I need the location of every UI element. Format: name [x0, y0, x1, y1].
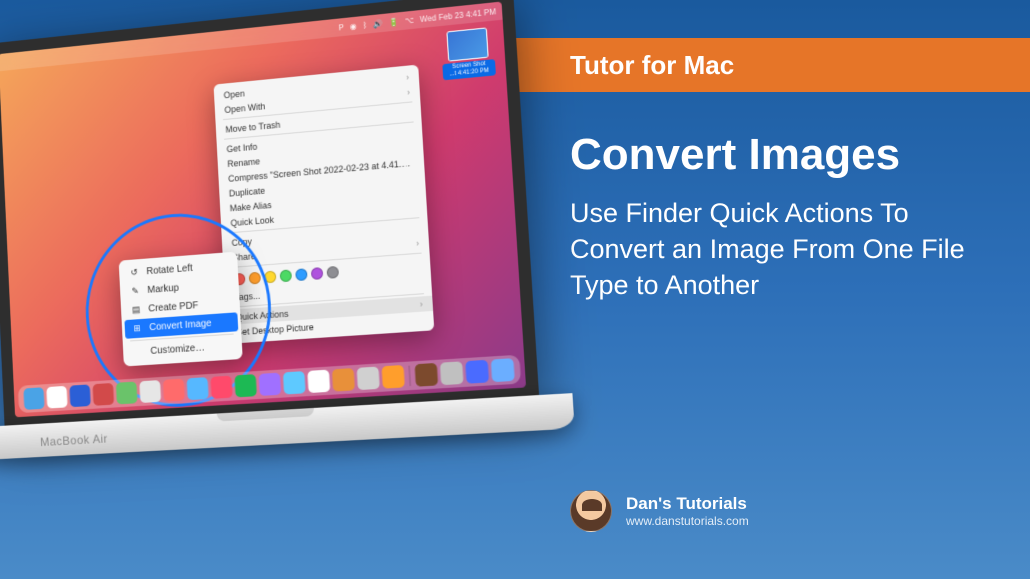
ctx-open[interactable]: Open ›: [214, 69, 420, 104]
laptop: P ◉ ᛒ 🔊 🔋 ⌥ Wed Feb 23 4:41 PM Screen Sh…: [0, 12, 560, 572]
headline-subtitle: Use Finder Quick Actions To Convert an I…: [570, 195, 990, 304]
ctx-item-label: Make Alias: [229, 200, 271, 213]
banner-title: Tutor for Mac: [570, 50, 734, 81]
chevron-right-icon: ›: [420, 299, 423, 308]
dock-app-icon[interactable]: [259, 373, 282, 396]
headline-title: Convert Images: [570, 130, 990, 181]
dock-app-icon[interactable]: [139, 380, 161, 403]
desktop[interactable]: P ◉ ᛒ 🔊 🔋 ⌥ Wed Feb 23 4:41 PM Screen Sh…: [0, 2, 526, 418]
dock-app-icon[interactable]: [234, 374, 256, 397]
dock-app-icon[interactable]: [491, 358, 515, 382]
wifi-icon[interactable]: ◉: [349, 21, 356, 31]
chevron-right-icon: ›: [406, 73, 409, 82]
ctx-item-label: Quick Actions: [235, 308, 288, 322]
qa-icon: [133, 352, 144, 353]
qa-icon: ▤: [130, 304, 142, 316]
tag-dot[interactable]: [280, 269, 292, 282]
laptop-brand: MacBook Air: [40, 432, 108, 449]
menubar-icon[interactable]: P: [338, 23, 344, 32]
dock-app-icon[interactable]: [116, 382, 138, 405]
dock-app-icon[interactable]: [382, 365, 405, 389]
file-name-line1: Screen Shot: [444, 60, 493, 72]
dock-app-icon[interactable]: [332, 368, 355, 392]
file-name-line2: ...t 4:41:20 PM: [445, 67, 494, 79]
ctx-item-label: Move to Trash: [225, 119, 280, 134]
menubar[interactable]: P ◉ ᛒ 🔊 🔋 ⌥ Wed Feb 23 4:41 PM: [0, 2, 503, 72]
screen-frame: P ◉ ᛒ 🔊 🔋 ⌥ Wed Feb 23 4:41 PM Screen Sh…: [0, 0, 540, 437]
chevron-right-icon: ›: [416, 239, 419, 248]
dock-app-icon[interactable]: [465, 360, 489, 384]
dock-app-icon[interactable]: [93, 383, 115, 406]
file-thumbnail: [446, 27, 488, 61]
volume-icon[interactable]: 🔊: [373, 18, 383, 28]
title-area: Convert Images Use Finder Quick Actions …: [570, 130, 990, 304]
file-label: Screen Shot ...t 4:41:20 PM: [442, 59, 496, 80]
dock-app-icon[interactable]: [283, 371, 306, 394]
dock-app-icon[interactable]: [187, 377, 209, 400]
dock-app-icon[interactable]: [69, 384, 90, 407]
ctx-item-label: Rename: [227, 156, 260, 169]
qa-label: Rotate Left: [146, 263, 193, 277]
author-name: Dan's Tutorials: [626, 494, 749, 514]
dock-app-icon[interactable]: [210, 376, 232, 399]
qa-label: Convert Image: [149, 318, 212, 333]
ctx-item-label: Get Info: [226, 141, 257, 154]
ctx-item-label: Duplicate: [229, 185, 266, 198]
author-url: www.danstutorials.com: [626, 514, 749, 528]
qa-label: Markup: [147, 283, 179, 296]
tag-dot[interactable]: [264, 271, 276, 284]
dock-app-icon[interactable]: [46, 386, 67, 409]
dock-app-icon[interactable]: [23, 387, 44, 410]
tag-dot[interactable]: [311, 267, 323, 280]
qa-icon: ⊞: [131, 323, 143, 335]
quick-actions-submenu: ↺ Rotate Left ✎ Markup ▤ Create PDF ⊞ Convert I…: [119, 252, 243, 367]
context-menu: Open › Open With › Move to Trash Get Inf…: [214, 65, 435, 344]
chevron-right-icon: ›: [407, 88, 410, 97]
tag-dot[interactable]: [249, 272, 261, 285]
battery-icon[interactable]: 🔋: [389, 17, 399, 27]
dock-app-icon[interactable]: [163, 379, 185, 402]
ctx-item-label: Set Desktop Picture: [236, 322, 314, 337]
dock-app-icon[interactable]: [357, 367, 380, 391]
qa-label: Customize…: [150, 342, 205, 356]
qa-label: Create PDF: [148, 300, 199, 314]
tag-dot[interactable]: [327, 266, 339, 279]
ctx-item-label: Copy: [231, 236, 252, 247]
bluetooth-icon[interactable]: ᛒ: [362, 20, 367, 29]
control-center-icon[interactable]: ⌥: [405, 15, 415, 25]
ctx-item-label: Quick Look: [230, 214, 274, 227]
dock-app-icon[interactable]: [415, 363, 439, 387]
dock-app-icon[interactable]: [307, 370, 330, 393]
qa-icon: ✎: [129, 286, 141, 298]
author-block: Dan's Tutorials www.danstutorials.com: [570, 490, 749, 532]
qa-icon: ↺: [128, 267, 140, 279]
desktop-file[interactable]: Screen Shot ...t 4:41:20 PM: [440, 27, 496, 80]
dock-app-icon[interactable]: [440, 361, 464, 385]
menubar-datetime[interactable]: Wed Feb 23 4:41 PM: [420, 7, 497, 24]
ctx-item-label: Open With: [224, 101, 265, 115]
tag-dot[interactable]: [295, 268, 307, 281]
ctx-item-label: Open: [223, 88, 245, 100]
